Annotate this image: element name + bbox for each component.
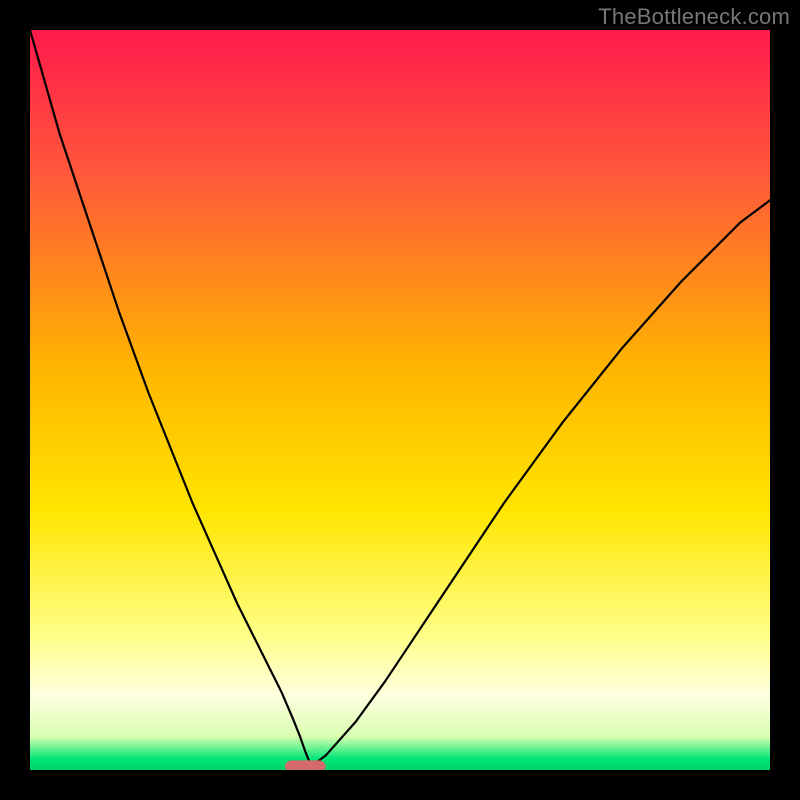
plot-area	[30, 30, 770, 770]
chart-frame: TheBottleneck.com	[0, 0, 800, 800]
bottleneck-chart	[30, 30, 770, 770]
bottleneck-marker	[285, 760, 326, 770]
watermark-text: TheBottleneck.com	[598, 4, 790, 30]
